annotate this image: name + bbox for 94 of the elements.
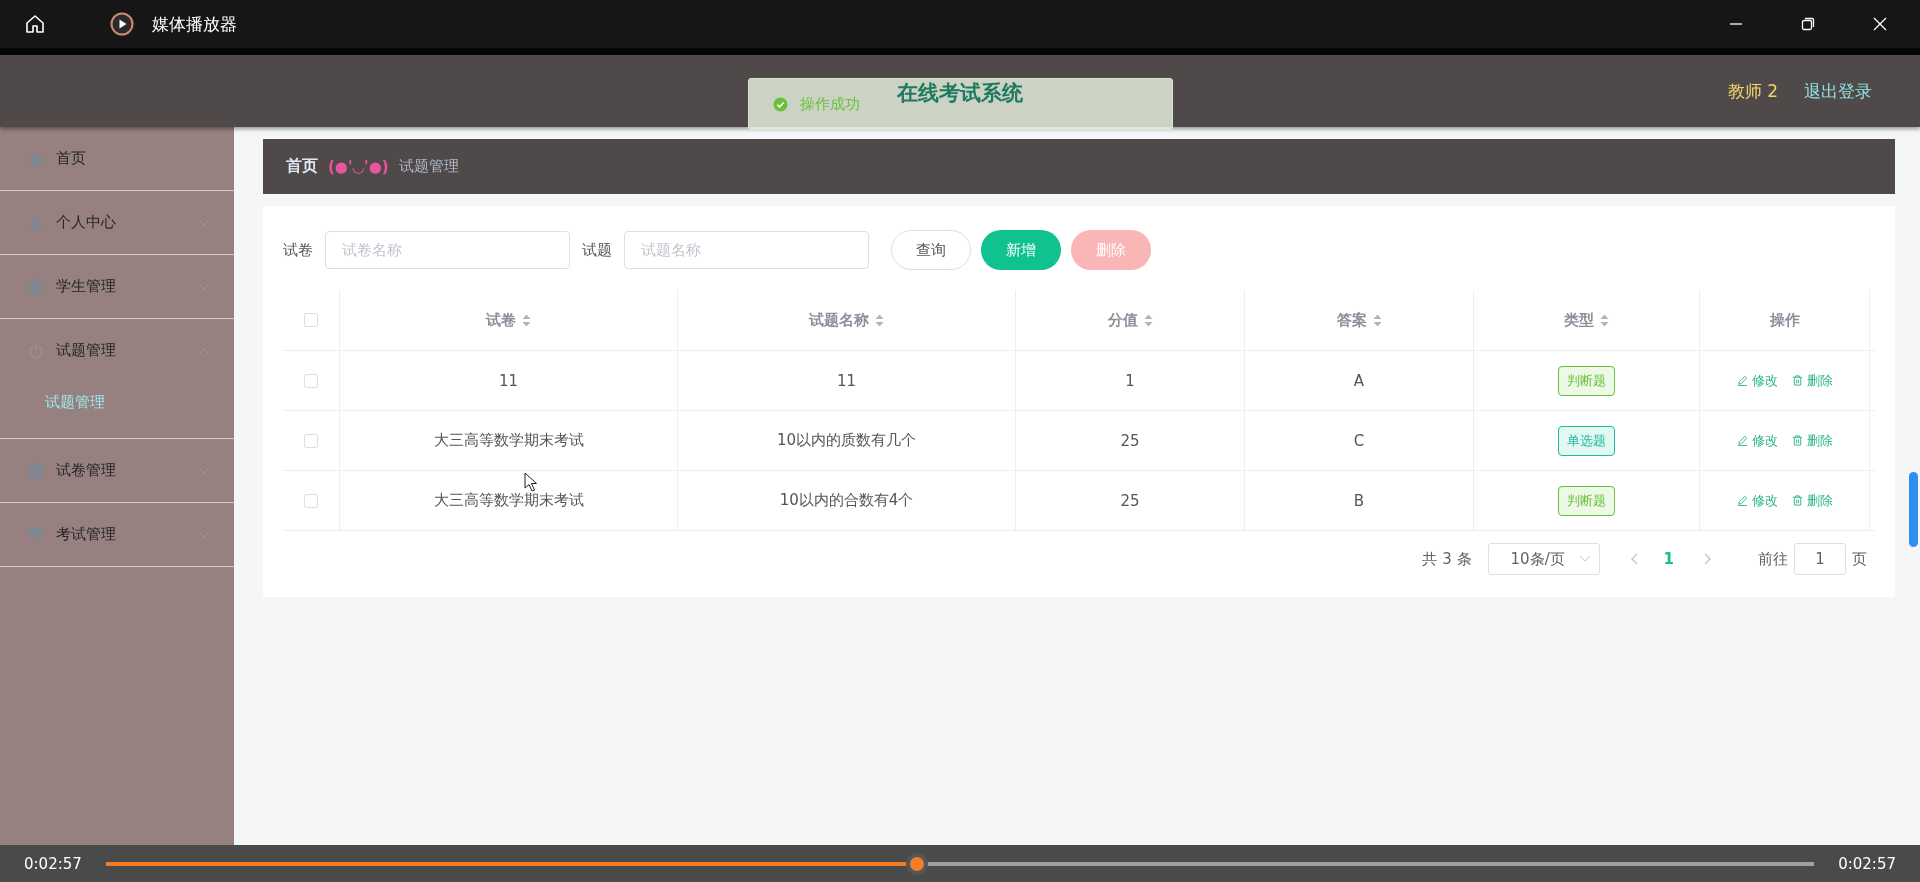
checkbox[interactable]	[304, 493, 318, 508]
sort-icon	[1372, 313, 1382, 327]
clipboard-icon	[28, 462, 44, 479]
menu-item[interactable]: 学生管理	[0, 255, 234, 318]
logout-link[interactable]: 退出登录	[1804, 79, 1872, 103]
seek-thumb[interactable]	[906, 852, 929, 875]
clipboard-icon	[28, 278, 44, 295]
trash-icon	[1791, 495, 1803, 506]
prev-page-icon[interactable]	[1629, 553, 1638, 565]
checkbox[interactable]	[304, 313, 318, 327]
home-icon[interactable]	[24, 13, 46, 35]
chevron-down-icon	[1578, 555, 1591, 563]
edit-link[interactable]: 修改	[1736, 491, 1778, 510]
delete-link[interactable]: 删除	[1791, 371, 1833, 390]
table-cell: 25	[1120, 431, 1140, 450]
column-header[interactable]: 类型	[1564, 310, 1609, 330]
edit-link[interactable]: 修改	[1736, 371, 1778, 390]
scrollbar-thumb[interactable]	[1909, 472, 1918, 547]
user-icon	[28, 214, 44, 231]
search-field[interactable]: 试题名称	[624, 231, 869, 269]
delete-link[interactable]: 删除	[1791, 491, 1833, 510]
check-circle-icon	[773, 96, 788, 112]
table-cell: 大三高等数学期末考试	[433, 431, 584, 450]
column-header[interactable]: 答案	[1336, 310, 1382, 330]
column-header[interactable]: 试题名称	[809, 310, 884, 330]
cursor-icon	[524, 472, 538, 492]
table-cell: 11	[836, 371, 857, 390]
column-header[interactable]: 分值	[1107, 310, 1153, 330]
page-number[interactable]: 1	[1663, 550, 1674, 568]
submenu-item[interactable]: 试题管理	[0, 382, 234, 438]
menu-label: 首页	[56, 149, 86, 168]
pencil-icon	[1736, 495, 1748, 506]
power-icon	[28, 342, 44, 359]
menu-label: 考试管理	[56, 525, 116, 544]
menu-item[interactable]: 首页	[0, 127, 234, 190]
toast-message: 操作成功	[800, 94, 860, 114]
type-tag: 判断题	[1558, 365, 1615, 396]
delete-link[interactable]: 删除	[1791, 431, 1833, 450]
table-cell: 大三高等数学期末考试	[433, 491, 584, 510]
table-cell: 10以内的合数有4个	[779, 491, 914, 510]
table-cell: 25	[1120, 491, 1140, 510]
table-cell: 11	[498, 371, 519, 390]
sort-icon	[1143, 313, 1153, 327]
column-header[interactable]: 操作	[1769, 310, 1800, 330]
trash-icon	[1791, 435, 1803, 446]
page-input[interactable]: 1	[1794, 543, 1846, 575]
window-title: 媒体播放器	[152, 12, 237, 36]
menu-label: 学生管理	[56, 277, 116, 296]
menu-item[interactable]: 个人中心	[0, 191, 234, 254]
column-header[interactable]: 试卷	[486, 310, 531, 330]
type-tag: 判断题	[1558, 485, 1615, 516]
search-field[interactable]: 试卷名称	[325, 231, 570, 269]
menu-item[interactable]: 试题管理	[0, 319, 234, 382]
menu-item[interactable]: 试卷管理	[0, 439, 234, 502]
breadcrumb-current: 试题管理	[398, 157, 459, 176]
checkbox[interactable]	[304, 373, 318, 388]
elapsed-time: 0:02:57	[24, 854, 82, 873]
sort-icon	[875, 313, 884, 327]
checkbox[interactable]	[304, 433, 318, 448]
menu-label: 个人中心	[56, 213, 116, 232]
total-count: 共 3 条	[1422, 549, 1472, 569]
breadcrumb-separator: (●'◡'●)	[328, 157, 389, 176]
menu-item[interactable]: 考试管理	[0, 503, 234, 566]
table-cell: 1	[1125, 371, 1135, 390]
breadcrumb-home[interactable]: 首页	[286, 156, 318, 177]
user-name: 教师 2	[1727, 79, 1778, 103]
table-cell: A	[1353, 371, 1365, 390]
next-page-icon[interactable]	[1704, 553, 1712, 565]
action-button[interactable]: 新增	[981, 230, 1061, 270]
restore-icon[interactable]	[1800, 16, 1816, 32]
action-button[interactable]: 查询	[891, 230, 971, 270]
edit-link[interactable]: 修改	[1736, 431, 1778, 450]
menu-label: 试题管理	[56, 341, 116, 360]
pencil-icon	[1736, 435, 1748, 446]
trash-icon	[1791, 375, 1803, 386]
field-label: 试卷	[283, 240, 313, 260]
app-title: 在线考试系统	[897, 80, 1023, 107]
table-cell: B	[1353, 491, 1365, 510]
sort-icon	[522, 313, 531, 327]
table-cell: C	[1353, 431, 1365, 450]
table-cell: 10以内的质数有几个	[776, 431, 917, 450]
field-label: 试题	[582, 240, 612, 260]
close-icon[interactable]	[1872, 16, 1888, 32]
sort-icon	[1600, 313, 1609, 327]
pencil-icon	[1736, 375, 1748, 386]
home-icon	[28, 150, 44, 167]
goto-label: 前往	[1758, 549, 1788, 569]
page-size-select[interactable]: 10条/页	[1487, 543, 1600, 575]
total-time: 0:02:57	[1838, 854, 1896, 873]
page-suffix: 页	[1852, 549, 1867, 569]
type-tag: 单选题	[1558, 425, 1615, 456]
sign-icon	[28, 526, 44, 543]
play-logo-icon	[110, 12, 134, 36]
menu-label: 试卷管理	[56, 461, 116, 480]
